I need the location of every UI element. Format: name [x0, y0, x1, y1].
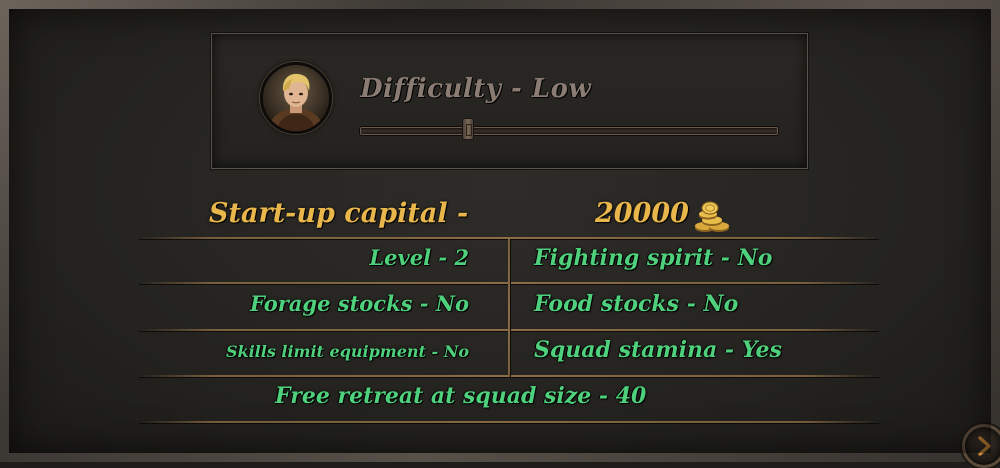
game-window: Difficulty - Low Start-up capital - 2000…	[0, 0, 1000, 468]
difficulty-slider-thumb[interactable]	[461, 118, 474, 140]
character-portrait	[260, 62, 332, 134]
stat-forage-stocks: Forage stocks - No	[249, 291, 469, 316]
difficulty-slider-track[interactable]	[360, 127, 778, 135]
stat-squad-stamina: Squad stamina - Yes	[534, 337, 782, 363]
stat-level: Level - 2	[369, 245, 469, 270]
stat-fighting-spirit: Fighting spirit - No	[534, 245, 773, 271]
divider-line	[139, 421, 879, 423]
stat-skills-limit: Skills limit equipment - No	[225, 342, 469, 361]
gold-coins-icon	[695, 201, 729, 232]
capital-label: Start-up capital -	[209, 198, 469, 229]
stat-food-stocks: Food stocks - No	[534, 291, 739, 317]
column-divider	[508, 239, 510, 377]
difficulty-title: Difficulty - Low	[360, 74, 592, 104]
next-button[interactable]	[962, 424, 1000, 468]
difficulty-panel: Difficulty - Low	[210, 32, 809, 170]
capital-value: 20000	[595, 198, 689, 229]
hero-portrait-icon	[267, 73, 325, 131]
chevron-right-icon	[978, 436, 991, 456]
stat-free-retreat: Free retreat at squad size - 40	[275, 383, 647, 409]
